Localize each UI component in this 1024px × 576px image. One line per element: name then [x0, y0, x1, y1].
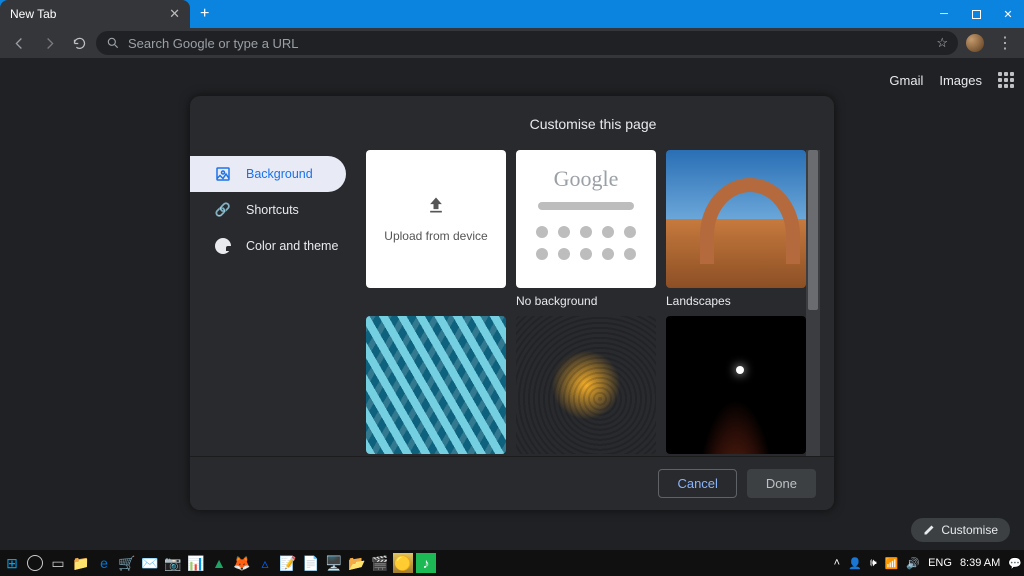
customise-dialog: Background Shortcuts Color and theme Cus… [190, 96, 834, 510]
sidebar-item-colortheme[interactable]: Color and theme [190, 228, 346, 264]
background-icon [214, 165, 232, 183]
close-window-button[interactable]: ✕ [992, 0, 1024, 28]
no-background-card[interactable]: Google No background [516, 150, 656, 308]
landscapes-card[interactable]: Landscapes [666, 150, 806, 308]
tray-wifi-icon[interactable]: 📶 [885, 557, 899, 570]
scrollbar-thumb[interactable] [808, 150, 818, 310]
browser-menu-button[interactable]: ⋮ [992, 30, 1018, 56]
windows-taskbar: ⊞ ▭ 📁 e 🛒 ✉️ 📷 📊 ▲ 🦊 ▵ 📝 📄 🖥️ 📂 🎬 🟡 ♪ ˄ … [0, 550, 1024, 576]
sidebar-item-label: Shortcuts [246, 203, 299, 217]
sidebar-item-label: Color and theme [246, 239, 338, 253]
customise-chip[interactable]: Customise [911, 518, 1010, 542]
images-link[interactable]: Images [939, 73, 982, 88]
dialog-footer: Cancel Done [190, 456, 834, 510]
tray-notifications-icon[interactable]: 💬 [1008, 557, 1022, 570]
start-button[interactable]: ⊞ [2, 553, 22, 573]
link-icon [214, 201, 232, 219]
system-tray: ˄ 👤 🕪 📶 🔊 ENG 8:39 AM 💬 [834, 557, 1024, 570]
no-background-caption: No background [516, 294, 656, 308]
texture-thumbnail-1 [366, 316, 506, 454]
landscapes-thumbnail [666, 150, 806, 288]
textures-card-1[interactable] [366, 316, 506, 454]
taskbar-app-8[interactable]: 🦊 [232, 553, 252, 573]
tab-title: New Tab [10, 7, 167, 21]
customise-chip-label: Customise [941, 523, 998, 537]
cortana-icon[interactable] [25, 553, 45, 573]
upload-from-device-card[interactable]: Upload from device [366, 150, 506, 308]
tray-people-icon[interactable]: 👤 [848, 557, 862, 570]
taskbar-app-3[interactable]: 🛒 [117, 553, 137, 573]
taskbar-app-7[interactable]: ▲ [209, 553, 229, 573]
tray-volume-icon[interactable]: 🔊 [906, 557, 920, 570]
textures-card-3[interactable] [666, 316, 806, 454]
taskbar-app-12[interactable]: 🖥️ [324, 553, 344, 573]
omnibox-placeholder: Search Google or type a URL [128, 36, 928, 51]
taskbar-spotify[interactable]: ♪ [416, 553, 436, 573]
bookmark-star-icon[interactable]: ☆ [936, 35, 948, 51]
background-grid: Upload from device Google No background [366, 150, 820, 454]
texture-thumbnail-2 [516, 316, 656, 454]
palette-icon [214, 237, 232, 255]
back-button[interactable] [6, 30, 32, 56]
google-logo: Google [554, 166, 619, 192]
cancel-button[interactable]: Cancel [658, 469, 736, 498]
tray-bluetooth-icon[interactable]: 🕪 [870, 557, 877, 570]
titlebar: New Tab ✕ + ─ ✕ [0, 0, 1024, 28]
browser-toolbar: Search Google or type a URL ☆ ⋮ [0, 28, 1024, 58]
taskbar-app-13[interactable]: 📂 [347, 553, 367, 573]
dialog-scrollbar[interactable] [806, 150, 820, 456]
maximize-button[interactable] [960, 0, 992, 28]
taskbar-app-6[interactable]: 📊 [186, 553, 206, 573]
ntp-header-links: Gmail Images [889, 72, 1014, 88]
upload-icon [426, 195, 446, 215]
forward-button[interactable] [36, 30, 62, 56]
taskbar-app-10[interactable]: 📝 [278, 553, 298, 573]
sidebar-item-shortcuts[interactable]: Shortcuts [190, 192, 346, 228]
pen-icon [923, 524, 935, 536]
gmail-link[interactable]: Gmail [889, 73, 923, 88]
taskbar-app-11[interactable]: 📄 [301, 553, 321, 573]
reload-button[interactable] [66, 30, 92, 56]
tray-chevron-icon[interactable]: ˄ [834, 557, 840, 569]
window-controls: ─ ✕ [928, 0, 1024, 28]
profile-avatar[interactable] [962, 30, 988, 56]
taskbar-app-14[interactable]: 🎬 [370, 553, 390, 573]
omnibox[interactable]: Search Google or type a URL ☆ [96, 31, 958, 55]
taskbar-app-9[interactable]: ▵ [255, 553, 275, 573]
taskbar-app-5[interactable]: 📷 [163, 553, 183, 573]
texture-thumbnail-3 [666, 316, 806, 454]
sidebar-item-label: Background [246, 167, 313, 181]
close-tab-icon[interactable]: ✕ [167, 6, 182, 22]
landscapes-caption: Landscapes [666, 294, 806, 308]
taskbar-app-2[interactable]: e [94, 553, 114, 573]
minimize-button[interactable]: ─ [928, 0, 960, 28]
upload-label: Upload from device [384, 229, 487, 243]
taskbar-app-1[interactable]: 📁 [71, 553, 91, 573]
google-apps-icon[interactable] [998, 72, 1014, 88]
dialog-title: Customise this page [366, 116, 820, 132]
textures-card-2[interactable] [516, 316, 656, 454]
sidebar-item-background[interactable]: Background [190, 156, 346, 192]
taskbar-app-4[interactable]: ✉️ [140, 553, 160, 573]
search-icon [106, 36, 120, 50]
dialog-sidebar: Background Shortcuts Color and theme [190, 96, 366, 456]
new-tab-button[interactable]: + [190, 0, 219, 28]
taskbar-chrome[interactable]: 🟡 [393, 553, 413, 573]
tray-language[interactable]: ENG [928, 557, 952, 569]
tray-clock[interactable]: 8:39 AM [960, 557, 1000, 569]
browser-tab[interactable]: New Tab ✕ [0, 0, 190, 28]
task-view-icon[interactable]: ▭ [48, 553, 68, 573]
done-button[interactable]: Done [747, 469, 816, 498]
